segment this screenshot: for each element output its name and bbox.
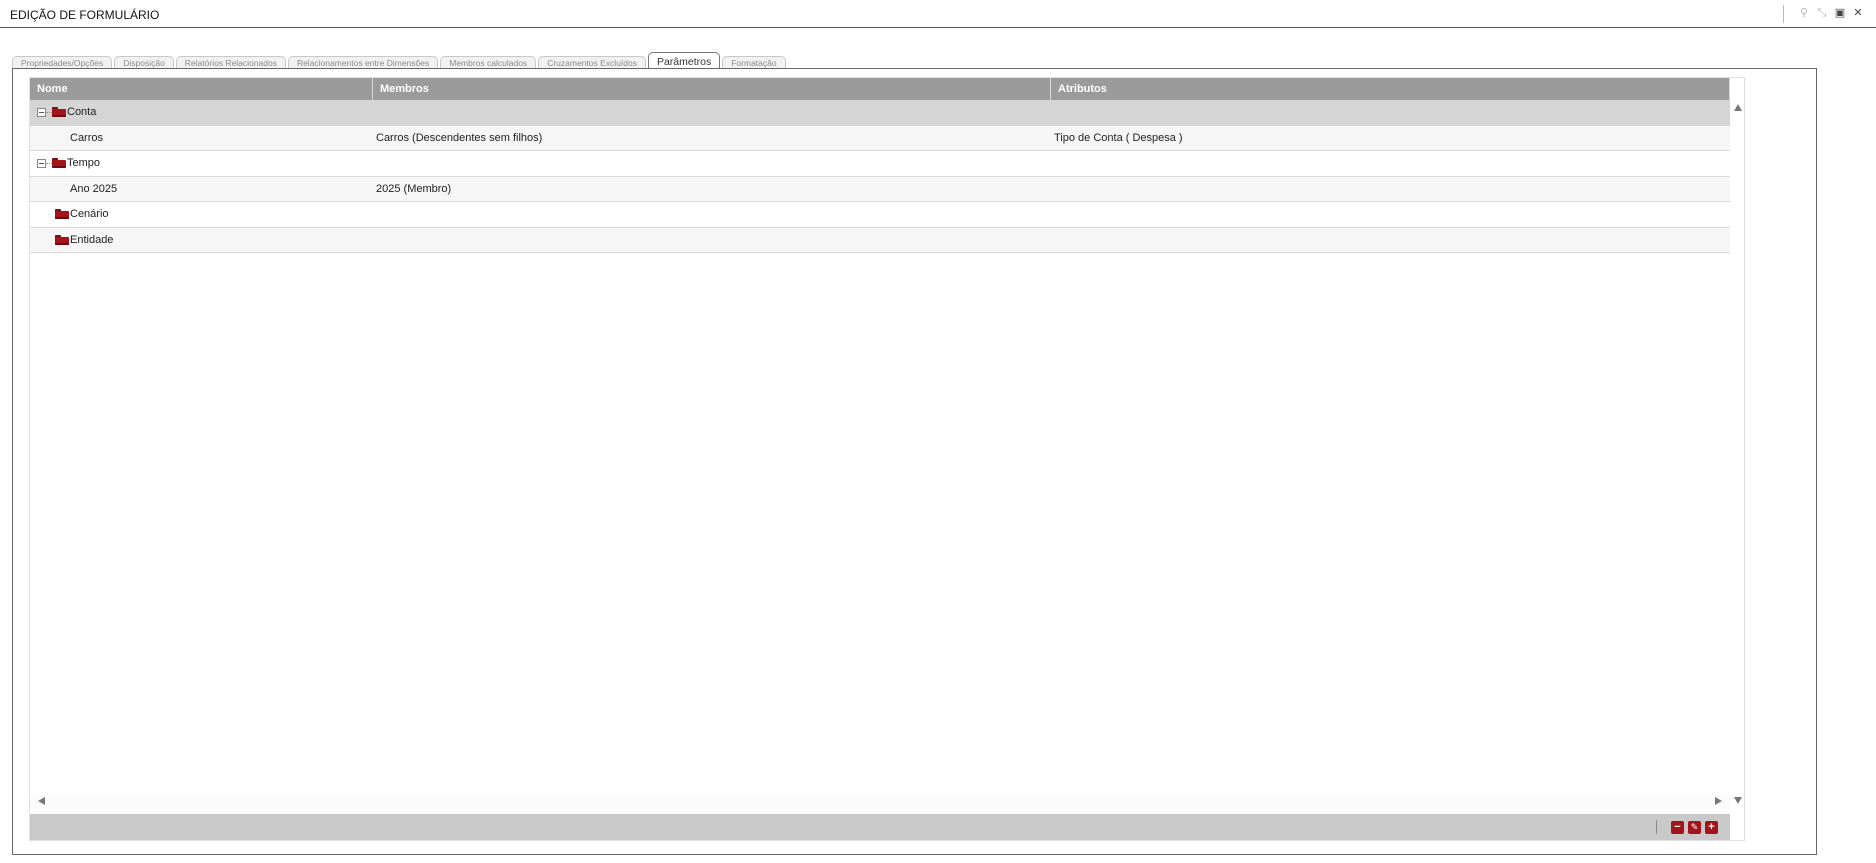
name-cell: Carros	[30, 126, 373, 151]
group-label: Tempo	[67, 157, 101, 170]
folder-icon	[55, 209, 69, 220]
name-cell: Tempo	[30, 151, 373, 176]
members-cell	[373, 151, 1051, 176]
minimize-icon[interactable]: ⤡	[1816, 6, 1828, 20]
group-row-tempo[interactable]: Tempo	[30, 151, 1730, 177]
group-label: Entidade	[70, 233, 114, 246]
attributes-cell	[1051, 228, 1730, 253]
attributes-cell: Tipo de Conta ( Despesa )	[1054, 131, 1183, 144]
table-row[interactable]: Carros Carros (Descendentes sem filhos) …	[30, 125, 1730, 151]
name-cell: Conta	[30, 100, 373, 125]
group-label: Cenário	[70, 208, 109, 221]
row-name: Carros	[70, 131, 104, 144]
column-header-membros[interactable]: Membros	[373, 78, 1051, 100]
members-cell	[373, 100, 1051, 125]
folder-icon	[52, 158, 66, 169]
attributes-cell	[1051, 151, 1730, 176]
row-name: Ano 2025	[70, 182, 118, 195]
name-cell: Ano 2025	[30, 177, 373, 202]
edit-button[interactable]: ✎	[1688, 821, 1701, 834]
column-header-atributos[interactable]: Atributos	[1051, 78, 1730, 100]
add-button[interactable]: +	[1705, 821, 1718, 834]
folder-icon	[55, 234, 69, 245]
grid-toolbar: − ✎ +	[30, 814, 1730, 840]
maximize-icon[interactable]: ▣	[1834, 6, 1846, 20]
grid-body: Conta Carros Carros (Descendentes sem fi…	[30, 100, 1730, 253]
group-label: Conta	[67, 106, 97, 119]
members-cell	[373, 228, 1051, 253]
folder-icon	[52, 107, 66, 118]
scroll-up-icon[interactable]	[1734, 104, 1742, 111]
members-cell: Carros (Descendentes sem filhos)	[376, 131, 543, 144]
attributes-cell	[1051, 177, 1730, 202]
grid-header: Nome Membros Atributos	[30, 78, 1730, 100]
pin-icon[interactable]: ⚲	[1798, 6, 1810, 20]
column-header-nome[interactable]: Nome	[30, 78, 373, 100]
window-titlebar: EDIÇÃO DE FORMULÁRIO ⚲ ⤡ ▣ ✕	[0, 0, 1876, 28]
group-row-entidade[interactable]: Entidade	[30, 227, 1730, 253]
remove-button[interactable]: −	[1671, 821, 1684, 834]
name-cell: Entidade	[30, 228, 373, 253]
close-icon[interactable]: ✕	[1852, 6, 1864, 20]
vertical-scrollbar[interactable]	[1732, 100, 1745, 804]
attributes-cell	[1051, 202, 1730, 227]
parameters-grid: Nome Membros Atributos Conta Carros Carr…	[29, 77, 1745, 841]
horizontal-scrollbar[interactable]	[30, 795, 1730, 809]
group-row-cenario[interactable]: Cenário	[30, 202, 1730, 228]
window-title: EDIÇÃO DE FORMULÁRIO	[10, 8, 160, 22]
scroll-left-icon[interactable]	[38, 797, 45, 805]
toolbar-divider	[1656, 820, 1657, 834]
scroll-down-icon[interactable]	[1734, 797, 1742, 804]
titlebar-divider	[1783, 5, 1784, 23]
collapse-toggle-icon[interactable]	[37, 107, 46, 117]
scroll-right-icon[interactable]	[1715, 797, 1722, 805]
members-cell: 2025 (Membro)	[376, 182, 452, 195]
name-cell: Cenário	[30, 202, 373, 227]
table-row[interactable]: Ano 2025 2025 (Membro)	[30, 176, 1730, 202]
tab-bar: Propriedades/Opções Disposição Relatório…	[12, 52, 786, 70]
group-row-conta[interactable]: Conta	[30, 100, 1730, 126]
attributes-cell	[1051, 100, 1730, 125]
collapse-toggle-icon[interactable]	[37, 158, 46, 168]
window-controls: ⚲ ⤡ ▣ ✕	[1798, 6, 1864, 20]
members-cell	[373, 202, 1051, 227]
